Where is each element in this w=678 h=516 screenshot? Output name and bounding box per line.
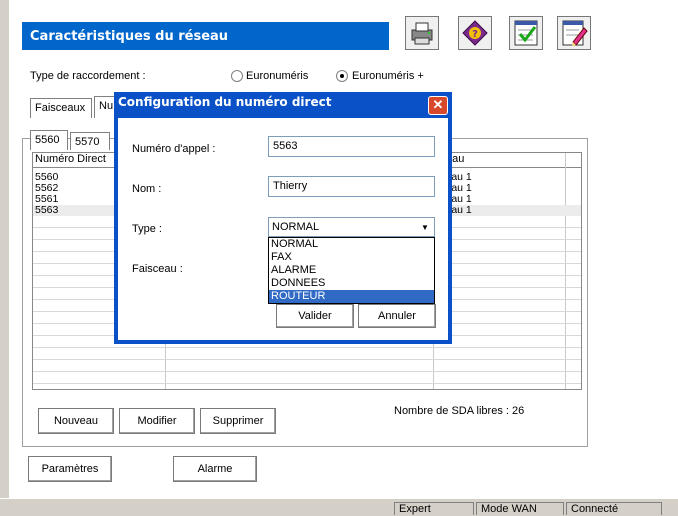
type-option[interactable]: DONNEES xyxy=(269,277,434,290)
cancel-button[interactable]: Annuler xyxy=(358,304,436,328)
printer-icon[interactable] xyxy=(405,16,439,50)
type-select[interactable]: NORMAL ▼ xyxy=(268,217,435,237)
type-options-list[interactable]: NORMAL FAX ALARME DONNEES ROUTEUR xyxy=(268,237,435,304)
new-button[interactable]: Nouveau xyxy=(38,408,114,434)
parameters-button[interactable]: Paramètres xyxy=(28,456,112,482)
cell-number: 5563 xyxy=(35,204,59,216)
trunk-label: Faisceau : xyxy=(132,263,183,275)
modify-button[interactable]: Modifier xyxy=(119,408,195,434)
status-mode: Expert xyxy=(394,502,474,515)
row-line xyxy=(33,371,581,372)
subtab-5560[interactable]: 5560 xyxy=(30,130,68,150)
column-header-trunk[interactable]: sceau xyxy=(433,153,565,168)
row-line xyxy=(33,347,581,348)
type-label: Type : xyxy=(132,223,162,235)
radio-euronumeris-plus[interactable] xyxy=(336,70,348,82)
type-option[interactable]: ALARME xyxy=(269,264,434,277)
radio-euronumeris-label: Euronuméris xyxy=(246,70,309,82)
svg-text:?: ? xyxy=(472,29,478,40)
radio-euronumeris[interactable] xyxy=(231,70,243,82)
dialog-body: Numéro d'appel : 5563 Nom : Thierry Type… xyxy=(118,118,448,340)
type-select-value: NORMAL xyxy=(272,221,320,233)
dialog-title: Configuration du numéro direct xyxy=(118,95,332,109)
row-line xyxy=(33,383,581,384)
radio-euronumeris-plus-label: Euronuméris + xyxy=(352,70,424,82)
window-title-bar: Caractéristiques du réseau xyxy=(22,22,389,50)
window-title: Caractéristiques du réseau xyxy=(30,29,229,44)
chevron-down-icon[interactable]: ▼ xyxy=(417,219,433,235)
status-wan: Mode WAN xyxy=(476,502,564,515)
edit-notes-icon[interactable] xyxy=(557,16,591,50)
window-left-highlight xyxy=(9,0,11,498)
number-field[interactable]: 5563 xyxy=(268,136,435,157)
free-sda-count: Nombre de SDA libres : 26 xyxy=(394,405,525,417)
validate-button[interactable]: Valider xyxy=(276,304,354,328)
status-connection: Connecté xyxy=(566,502,662,515)
help-book-icon[interactable]: ? xyxy=(458,16,492,50)
close-icon[interactable]: ✕ xyxy=(428,96,448,115)
connection-type-label: Type de raccordement : xyxy=(30,70,146,82)
column-header-filler xyxy=(565,153,581,168)
subtab-5570[interactable]: 5570 xyxy=(70,132,110,150)
row-line xyxy=(33,359,581,360)
tab-faisceaux[interactable]: Faisceaux xyxy=(30,98,92,118)
tab-numeros[interactable]: Nu xyxy=(94,96,116,118)
name-field[interactable]: Thierry xyxy=(268,176,435,197)
name-label: Nom : xyxy=(132,183,162,195)
alarm-button[interactable]: Alarme xyxy=(173,456,257,482)
direct-number-dialog: Configuration du numéro direct ✕ Numéro … xyxy=(114,92,452,344)
checklist-icon[interactable] xyxy=(509,16,543,50)
type-option[interactable]: FAX xyxy=(269,251,434,264)
type-option[interactable]: NORMAL xyxy=(269,238,434,251)
delete-button[interactable]: Supprimer xyxy=(200,408,276,434)
number-label: Numéro d'appel : xyxy=(132,143,216,155)
type-option-highlighted[interactable]: ROUTEUR xyxy=(269,290,434,303)
